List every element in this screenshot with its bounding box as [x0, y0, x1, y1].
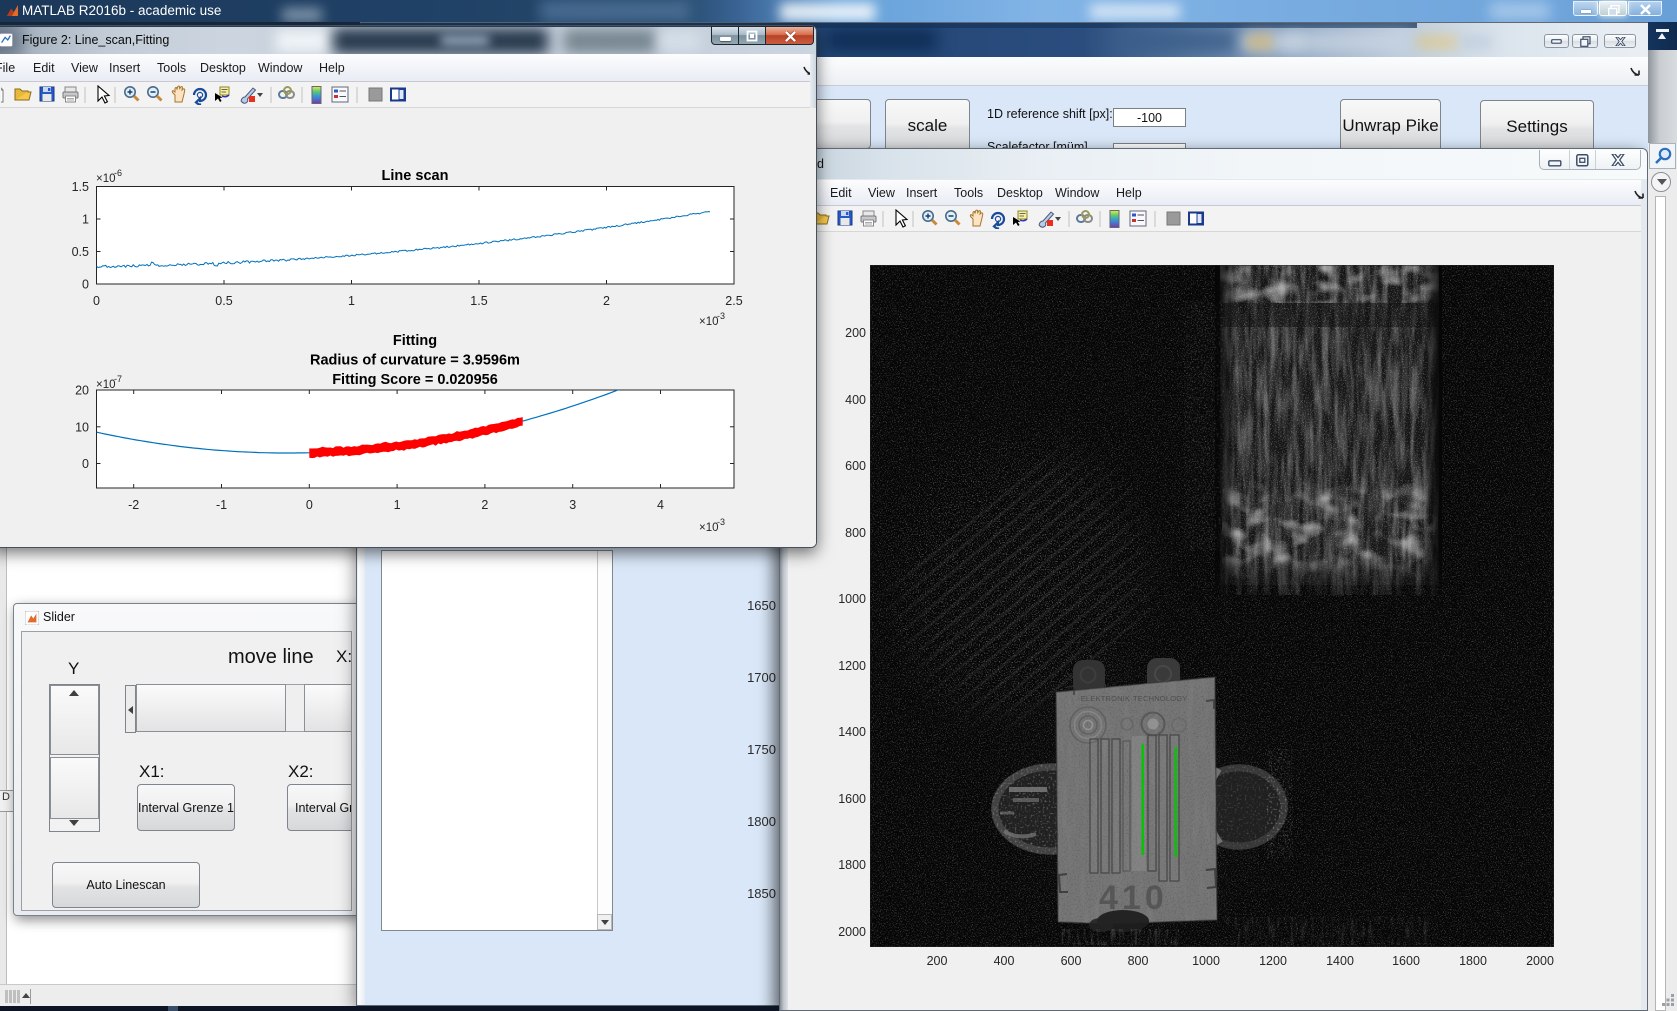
svg-text:×10: ×10	[699, 316, 719, 328]
svg-text:Line scan: Line scan	[382, 168, 449, 184]
svg-text:20: 20	[75, 384, 89, 398]
svg-text:-2: -2	[128, 498, 139, 512]
svg-text:-6: -6	[114, 168, 122, 178]
svg-text:2.5: 2.5	[725, 294, 742, 308]
svg-text:0: 0	[306, 498, 313, 512]
svg-text:3: 3	[569, 498, 576, 512]
svg-text:1.5: 1.5	[72, 180, 89, 194]
svg-text:10: 10	[75, 420, 89, 434]
svg-text:×10: ×10	[96, 379, 116, 391]
svg-text:0: 0	[82, 278, 89, 292]
svg-text:-3: -3	[717, 311, 725, 321]
svg-text:1: 1	[82, 213, 89, 227]
svg-text:1: 1	[394, 498, 401, 512]
svg-text:-1: -1	[216, 498, 227, 512]
svg-text:Fitting: Fitting	[393, 333, 437, 349]
svg-text:×10: ×10	[96, 173, 116, 185]
svg-text:Fitting Score = 0.020956: Fitting Score = 0.020956	[332, 372, 498, 388]
svg-text:×10: ×10	[699, 522, 719, 534]
svg-text:·ELEKTRONIK·TECHNOLOGY·: ·ELEKTRONIK·TECHNOLOGY·	[1078, 694, 1190, 703]
svg-text:1.5: 1.5	[470, 294, 487, 308]
svg-text:4: 4	[657, 498, 664, 512]
svg-text:-3: -3	[717, 517, 725, 527]
svg-text:0: 0	[82, 457, 89, 471]
svg-text:2: 2	[603, 294, 610, 308]
svg-text:0.5: 0.5	[72, 245, 89, 259]
svg-text:-7: -7	[114, 374, 122, 384]
svg-text:0: 0	[93, 294, 100, 308]
svg-text:0.5: 0.5	[215, 294, 232, 308]
svg-text:Radius of curvature = 3.9596m: Radius of curvature = 3.9596m	[310, 353, 520, 369]
svg-text:1: 1	[348, 294, 355, 308]
svg-text:2: 2	[481, 498, 488, 512]
